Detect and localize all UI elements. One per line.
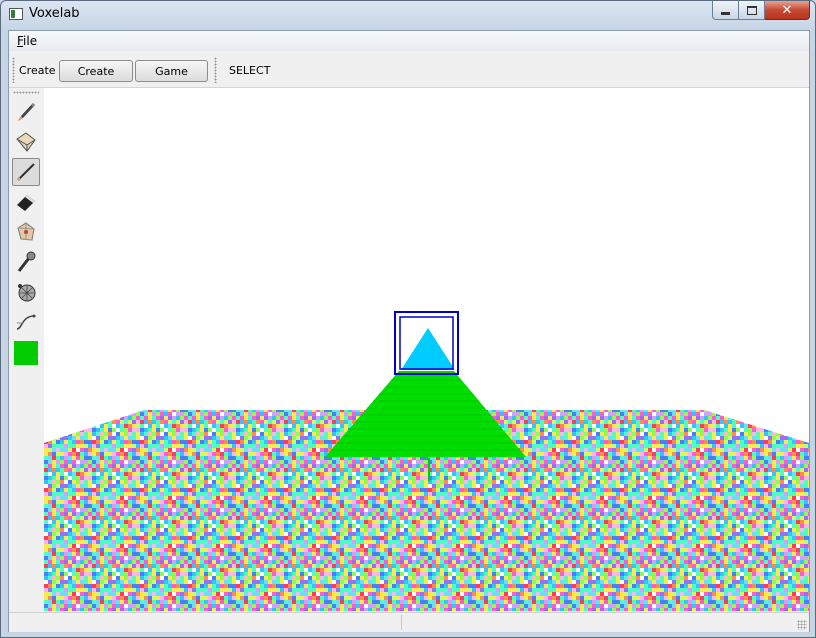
tool-fill[interactable] — [12, 128, 40, 156]
3d-viewport[interactable] — [44, 88, 809, 611]
window-title: Voxelab — [29, 6, 80, 21]
line-icon — [16, 163, 35, 182]
minimize-button[interactable] — [712, 1, 739, 20]
eraser-icon — [17, 195, 35, 211]
mode-label: SELECT — [229, 64, 271, 77]
toolbar-grip[interactable] — [12, 57, 15, 83]
maximize-button[interactable] — [739, 1, 765, 20]
tool-wand[interactable] — [12, 248, 40, 276]
main-toolbar: Create Create Game SELECT — [9, 52, 809, 88]
tool-eraser[interactable] — [12, 188, 40, 216]
magic-wand-icon — [17, 251, 36, 272]
menu-file[interactable]: File — [17, 34, 37, 48]
close-button[interactable]: ✕ — [765, 1, 810, 20]
close-icon: ✕ — [781, 2, 793, 18]
create-button[interactable]: Create — [59, 60, 133, 82]
tool-line[interactable] — [12, 158, 40, 186]
tools-toolbar-grip[interactable] — [13, 91, 39, 94]
toolbar-grip-2[interactable] — [214, 57, 217, 83]
size-grip[interactable] — [797, 620, 807, 630]
curve-icon — [16, 314, 36, 330]
shape-icon — [17, 222, 35, 241]
preview-pyramid — [401, 328, 455, 370]
fill-bucket-icon — [16, 132, 36, 152]
brush-icon — [18, 103, 35, 121]
current-color-swatch[interactable] — [14, 341, 38, 365]
app-window: Voxelab ✕ File Create Create Game SELECT — [0, 0, 816, 638]
window-controls: ✕ — [712, 1, 810, 21]
minimize-icon — [721, 11, 730, 15]
voxel-scene — [44, 311, 809, 611]
maximize-icon — [746, 5, 757, 15]
create-label: Create — [19, 64, 56, 77]
tools-toolbar — [9, 88, 43, 612]
menu-bar: File — [9, 31, 809, 51]
texture-ball-icon — [18, 284, 36, 302]
tool-texture[interactable] — [12, 278, 40, 306]
title-bar[interactable]: Voxelab ✕ — [1, 1, 815, 29]
tool-curve[interactable] — [12, 308, 40, 336]
client-area: File Create Create Game SELECT — [8, 30, 810, 632]
app-icon — [9, 8, 23, 20]
menu-file-label: ile — [23, 34, 38, 48]
tool-brush[interactable] — [12, 98, 40, 126]
game-button[interactable]: Game — [135, 60, 208, 82]
status-separator — [401, 615, 402, 630]
tool-shape[interactable] — [12, 218, 40, 246]
status-bar — [9, 612, 809, 632]
